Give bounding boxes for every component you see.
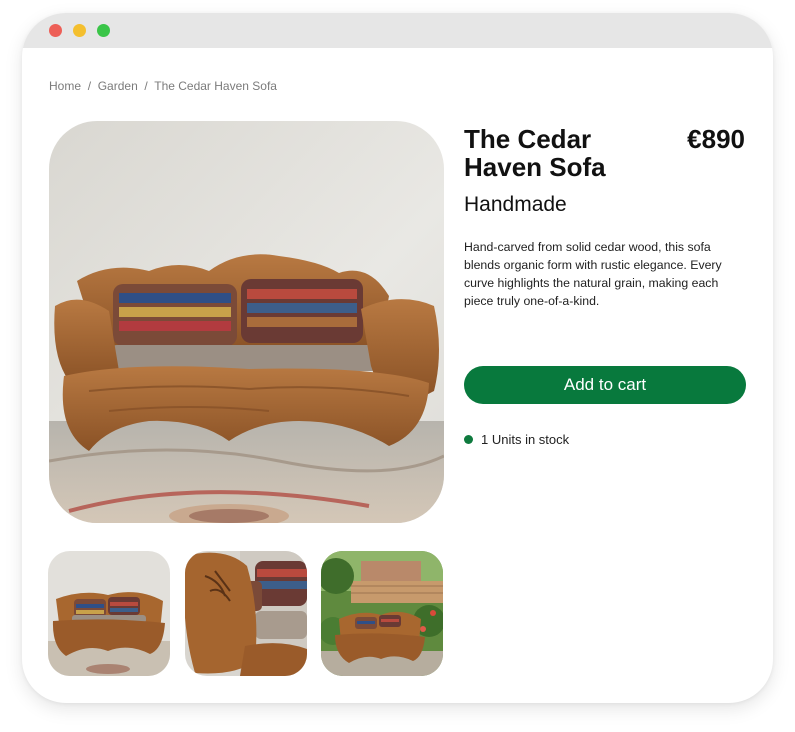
breadcrumb-home-link[interactable]: Home xyxy=(49,79,81,93)
stock-text: 1 Units in stock xyxy=(481,432,570,447)
product-description: Hand-carved from solid cedar wood, this … xyxy=(464,240,722,308)
stock-indicator-dot xyxy=(464,435,473,444)
breadcrumb: Home / Garden / The Cedar Haven Sofa xyxy=(49,79,277,93)
add-to-cart-button[interactable]: Add to cart xyxy=(464,366,746,404)
product-main-image xyxy=(49,121,444,523)
thumbnail-detail-view[interactable] xyxy=(185,551,307,676)
browser-window: Home / Garden / The Cedar Haven Sofa The… xyxy=(22,13,773,703)
thumbnail-garden-view[interactable] xyxy=(321,551,443,676)
breadcrumb-garden-link[interactable]: Garden xyxy=(98,79,138,93)
breadcrumb-current: The Cedar Haven Sofa xyxy=(154,79,277,93)
maximize-window-button[interactable] xyxy=(97,24,110,37)
close-window-button[interactable] xyxy=(49,24,62,37)
stock-status: 1 Units in stock xyxy=(464,432,569,447)
window-titlebar xyxy=(22,13,773,48)
breadcrumb-separator: / xyxy=(141,79,152,93)
breadcrumb-separator: / xyxy=(84,79,95,93)
minimize-window-button[interactable] xyxy=(73,24,86,37)
product-price: €890 xyxy=(687,124,745,154)
product-subtitle: Handmade xyxy=(464,193,567,216)
product-title: The Cedar Haven Sofa xyxy=(464,124,606,182)
thumbnail-front-view[interactable] xyxy=(48,551,170,676)
